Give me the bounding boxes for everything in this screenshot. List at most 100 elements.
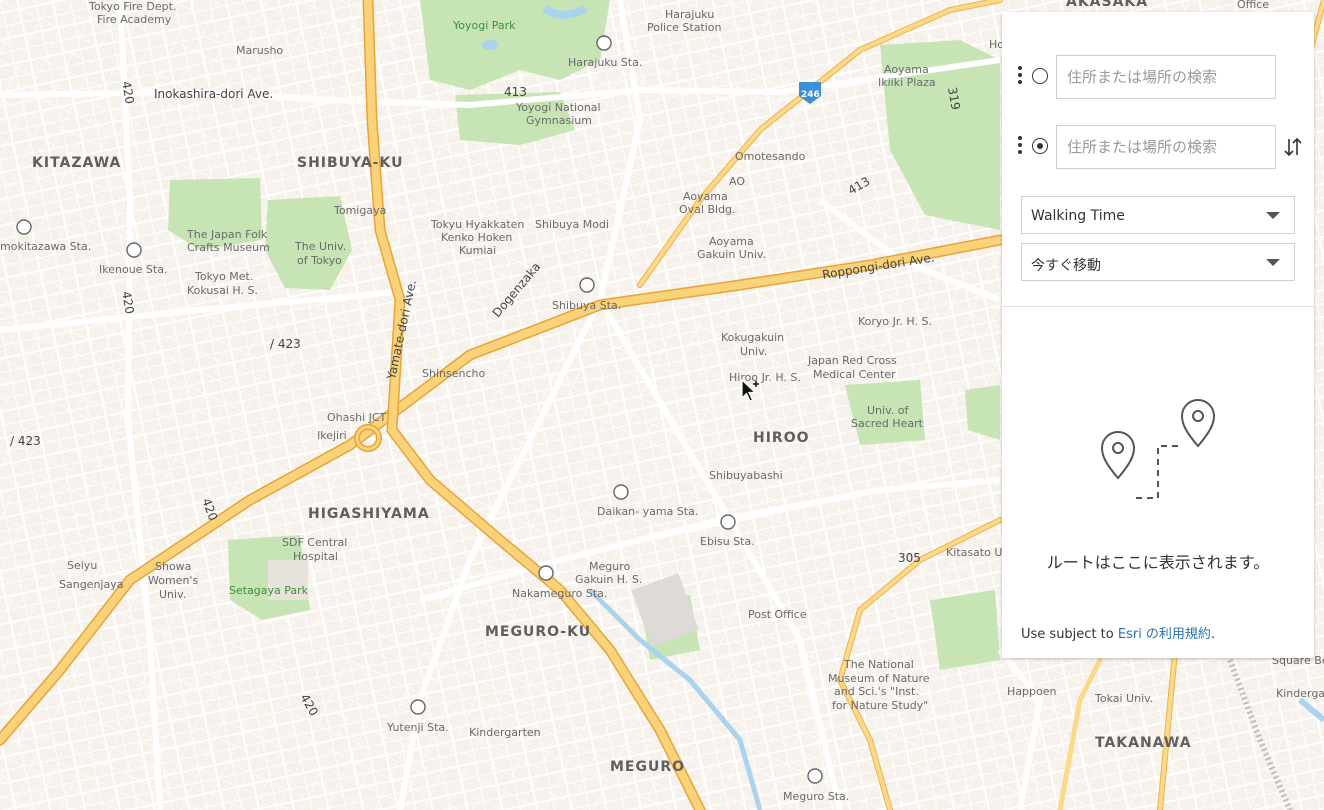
destination-marker-icon [1032,138,1048,154]
road-label: 413 [504,85,527,99]
origin-marker-icon [1032,68,1048,84]
place-label: Kumiai [459,244,496,257]
chevron-down-icon [1266,259,1280,266]
terms-of-use: Use subject to Esri の利用規約. [1021,623,1215,642]
station-icon [538,565,554,581]
place-label: Tokyo Met. [194,270,253,283]
place-label: Omotesando [735,150,806,163]
station-icon [596,35,612,51]
station-label: Ikenoue Sta. [99,263,167,276]
place-label: Tokyo Fire Dept. [88,0,176,13]
station-label: mokitazawa Sta. [0,240,91,253]
station-label: Daikan- yama Sta. [597,505,698,518]
place-label: Kenko Hoken [441,231,512,244]
place-label: Shibuya Modi [535,218,609,231]
place-label: Yoyogi National [515,101,601,114]
origin-search-input[interactable] [1056,55,1276,99]
place-label: Shinsencho [422,367,485,380]
station-icon [579,277,595,293]
place-label: Aoyama [709,235,754,248]
place-label: of Tokyo [297,254,342,267]
cursor-arrow-icon [741,378,761,405]
place-label: SDF Central [282,536,347,549]
place-label: Univ. [159,588,186,601]
place-label: Meguro [589,560,630,573]
terms-link[interactable]: Esri の利用規約 [1118,627,1211,642]
district-label: SHIBUYA-KU [297,155,403,171]
district-label: AKASAKA [1066,0,1148,10]
place-label: Aoyama [884,63,929,76]
road-label: 305 [898,551,921,565]
road-label: 246 [801,90,820,100]
place-label: AO [729,175,745,188]
station-icon [720,514,736,530]
place-label: Medical Center [813,368,896,381]
place-label: Sangenjaya [59,578,123,591]
origin-stop-row [1002,55,1314,99]
place-label: Ohashi JCT [327,411,387,424]
place-label: Japan Red Cross [807,354,897,367]
place-label: Kokugakuin [721,331,784,344]
terms-prefix: Use subject to [1021,627,1118,642]
place-label: Hospital [293,550,338,563]
place-label: Tokyu Hyakkaten [430,218,524,231]
station-icon [410,699,426,715]
station-label: Ebisu Sta. [700,535,755,548]
place-label: Gymnasium [526,114,592,127]
place-label: Aoyama [683,190,728,203]
place-label: Police Station [647,21,722,34]
station-label: Nakameguro Sta. [512,587,607,600]
place-label: Shibuyabashi [709,469,783,482]
station-label: Meguro Sta. [783,790,849,803]
place-label: Fire Academy [97,13,172,26]
place-label: Koryo Jr. H. S. [858,315,932,328]
travel-mode-value: Walking Time [1031,208,1125,224]
departure-time-select[interactable]: 今すぐ移動 [1021,243,1295,281]
district-label: MEGURO-KU [485,624,591,640]
place-label: Women's [148,574,198,587]
place-label: Ikejiri [317,429,347,442]
place-label: Tokai Univ. [1094,692,1153,705]
place-label: and Sci.'s "Inst. [834,685,919,698]
place-label: Gakuin H. S. [575,573,642,586]
place-label: Yoyogi Park [452,19,516,32]
district-label: HIGASHIYAMA [308,506,430,522]
destination-stop-row [1002,125,1314,169]
station-icon [126,242,142,258]
place-label: Harajuku [665,8,714,21]
station-label: Shibuya Sta. [552,299,621,312]
swap-stops-icon[interactable] [1282,135,1304,159]
district-label: KITAZAWA [32,155,121,171]
divider [1002,306,1314,307]
place-label: Univ. [740,345,767,358]
destination-search-input[interactable] [1056,125,1276,169]
drag-handle-icon[interactable] [1018,136,1022,158]
place-label: Hiroo Jr. H. S. [729,371,801,384]
place-label: Sacred Heart [851,417,924,430]
terms-suffix: . [1210,627,1216,642]
place-label: Museum of Nature [828,672,930,685]
place-label: Crafts Museum [187,241,270,254]
place-label: Ikiiki Plaza [878,76,936,89]
place-label: The Japan Folk [186,228,268,241]
place-label: The Univ. [294,240,346,253]
place-label: The National [843,658,914,671]
drag-handle-icon[interactable] [1018,66,1022,88]
place-label: Post Office [748,608,807,621]
station-icon [807,768,823,784]
district-label: TAKANAWA [1095,735,1192,751]
place-label: Marusho [236,44,283,57]
place-label: Seiyu [67,559,97,572]
district-label: HIROO [753,430,810,446]
departure-time-value: 今すぐ移動 [1031,258,1101,274]
road-label: / 423 [270,337,301,351]
place-label: Kinderga [1276,687,1324,700]
place-label: Showa [155,560,191,573]
station-icon [613,484,629,500]
place-label: Gakuin Univ. [697,248,766,261]
place-label: Kindergarten [469,726,541,739]
place-label: Tomigaya [333,204,386,217]
travel-mode-select[interactable]: Walking Time [1021,196,1295,234]
directions-panel: Walking Time 今すぐ移動 ルートはここに表示されます。 Use su… [1002,12,1314,658]
place-label: Happoen [1007,685,1056,698]
